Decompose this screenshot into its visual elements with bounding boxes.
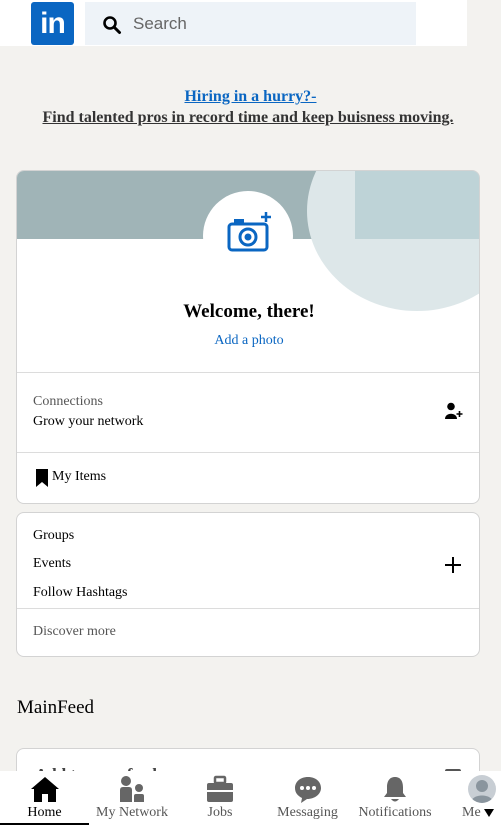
discover-more-link[interactable]: Discover more	[33, 624, 116, 640]
connections-label[interactable]: Connections	[33, 394, 103, 410]
banner-decoration-right	[355, 171, 479, 239]
add-photo-link[interactable]: Add a photo	[17, 333, 479, 349]
promo-link-hiring[interactable]: Hiring in a hurry?-	[0, 88, 501, 106]
bottom-nav: Home My Network Jobs Messaging Notificat…	[0, 771, 501, 831]
messaging-icon	[294, 777, 321, 803]
nav-home[interactable]: Home	[0, 771, 89, 831]
add-person-icon[interactable]	[445, 402, 463, 420]
nav-label: Me	[462, 805, 481, 820]
divider	[17, 608, 479, 609]
my-items-link[interactable]: My Items	[52, 469, 106, 485]
bookmark-icon	[36, 469, 48, 487]
nav-label: Home	[27, 805, 62, 820]
active-indicator	[0, 823, 89, 825]
profile-card: Welcome, there! Add a photo Connections …	[16, 170, 480, 504]
nav-notifications[interactable]: Notifications	[350, 771, 440, 831]
search-box[interactable]	[85, 2, 416, 45]
search-input[interactable]	[133, 2, 403, 45]
nav-label: Messaging	[277, 805, 338, 820]
caret-down-icon	[484, 809, 494, 817]
promo-link-find-pros[interactable]: Find talented pros in record time and ke…	[0, 109, 496, 127]
nav-label: Jobs	[207, 805, 233, 820]
main-feed-heading: MainFeed	[17, 697, 95, 718]
briefcase-icon	[207, 775, 233, 802]
nav-my-network[interactable]: My Network	[89, 771, 175, 831]
network-icon	[120, 776, 144, 802]
groups-card: Groups Events Follow Hashtags Discover m…	[16, 512, 480, 657]
bell-icon	[384, 777, 406, 802]
welcome-heading: Welcome, there!	[183, 301, 315, 322]
events-link[interactable]: Events	[33, 556, 71, 572]
camera-icon[interactable]	[226, 211, 274, 253]
search-icon	[103, 16, 121, 34]
nav-label: My Network	[96, 805, 168, 820]
nav-me[interactable]: Me	[440, 771, 501, 831]
grow-network-label[interactable]: Grow your network	[33, 414, 143, 430]
nav-messaging[interactable]: Messaging	[265, 771, 350, 831]
top-header: in	[0, 0, 501, 46]
plus-icon[interactable]	[445, 557, 461, 573]
follow-hashtags-link[interactable]: Follow Hashtags	[33, 585, 128, 601]
avatar-icon	[468, 775, 496, 803]
linkedin-logo[interactable]: in	[31, 2, 74, 45]
groups-link[interactable]: Groups	[33, 528, 74, 544]
divider	[17, 452, 479, 453]
nav-label: Notifications	[358, 805, 432, 820]
divider	[17, 372, 479, 373]
home-icon	[30, 777, 59, 802]
nav-jobs[interactable]: Jobs	[175, 771, 265, 831]
